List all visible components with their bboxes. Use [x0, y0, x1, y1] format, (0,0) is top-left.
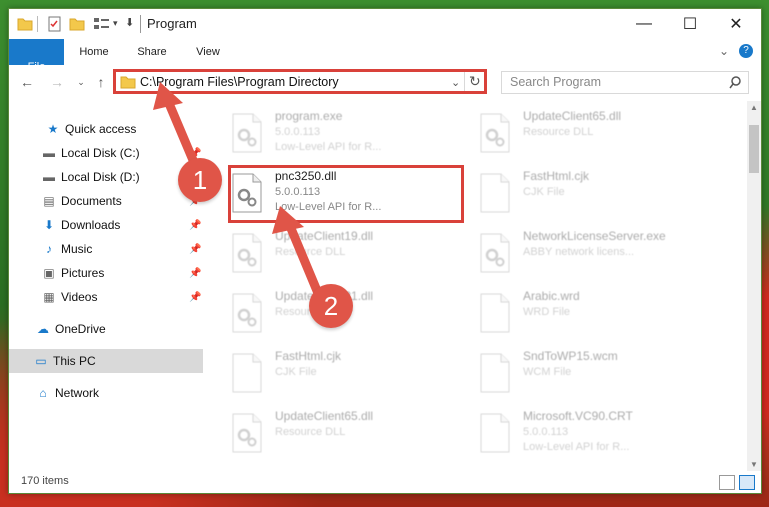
- annotation-badge-1: 1: [178, 158, 222, 202]
- annotation-badge-2: 2: [309, 284, 353, 328]
- arrow-2-head: [272, 206, 304, 234]
- annotation-arrows: [153, 82, 325, 303]
- arrow-1-head: [153, 82, 183, 110]
- arrow-2-shaft: [285, 221, 325, 303]
